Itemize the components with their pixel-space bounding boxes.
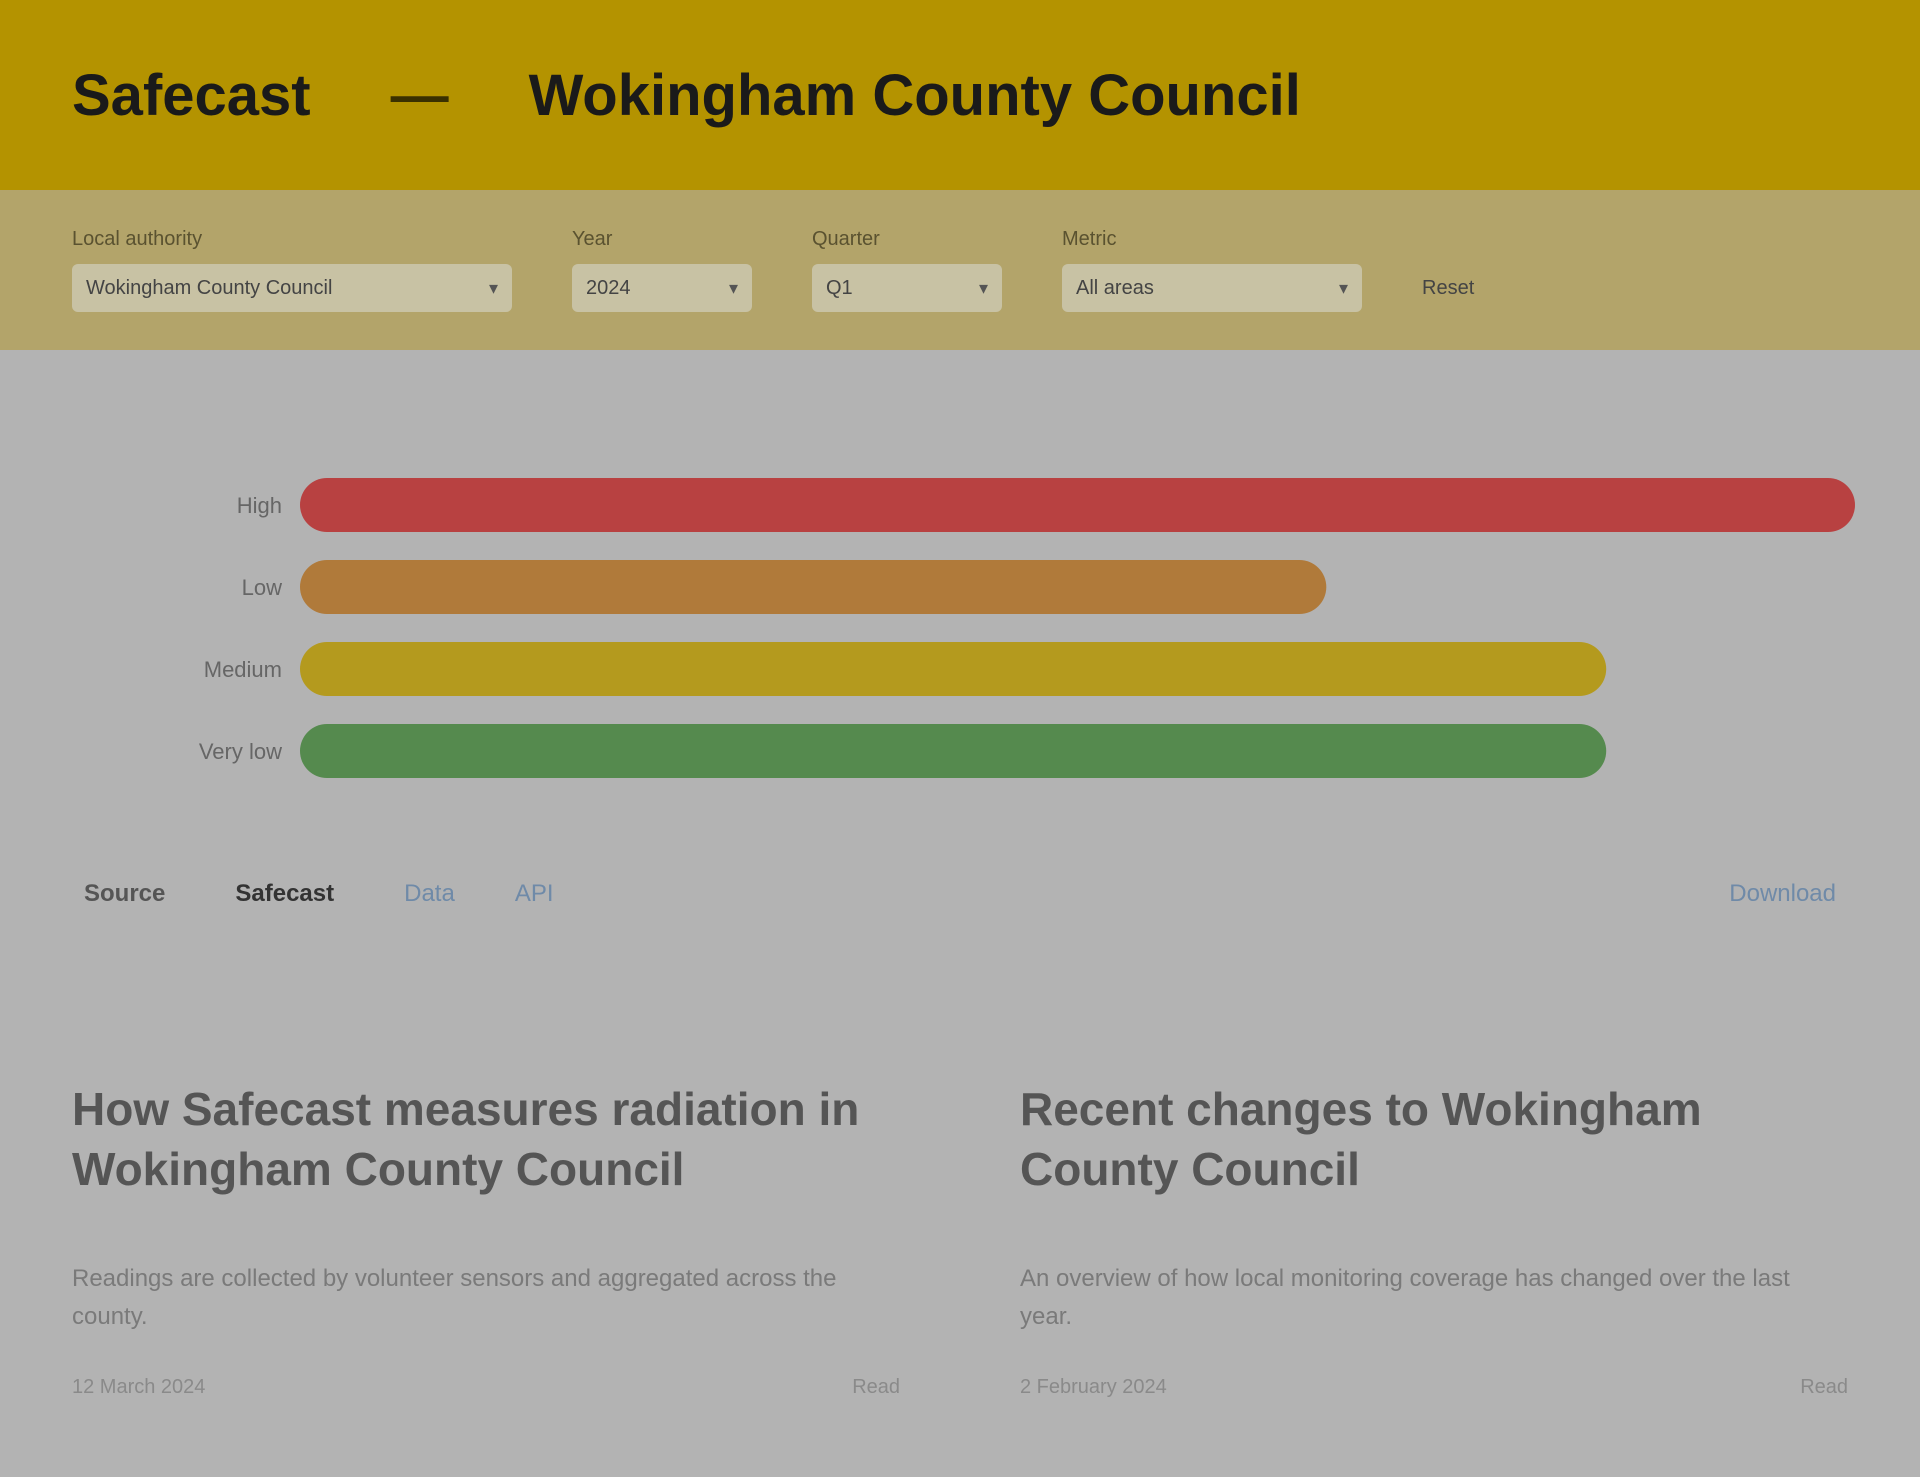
article-meta: 2 February 2024 Read [1020,1376,1848,1399]
filter-metric-label: Metric [1062,228,1117,250]
bar-very-low[interactable] [300,724,1607,778]
metric-select[interactable]: All areas ▾ [1062,264,1362,312]
brand-name[interactable]: Safecast [72,62,311,129]
page-title: Safecast — Wokingham County Council [72,62,1301,129]
filter-bar: Local authority Wokingham County Council… [0,190,1920,350]
year-select-value: 2024 [586,276,631,299]
metric-select-value: All areas [1076,276,1154,299]
article-summary: Readings are collected by volunteer sens… [72,1264,837,1330]
article-card[interactable]: How Safecast measures radiation in Wokin… [72,1080,900,1399]
api-link[interactable]: API [515,880,554,908]
filter-quarter-label: Quarter [812,228,880,250]
chevron-down-icon: ▾ [1338,277,1348,298]
article-meta: 12 March 2024 Read [72,1376,900,1399]
article-date: 12 March 2024 [72,1376,206,1399]
source-label: Source [84,880,166,907]
authority-select-value: Wokingham County Council [86,276,333,299]
article-card[interactable]: Recent changes to Wokingham County Counc… [1020,1080,1848,1399]
bar-label-high: High [237,493,282,518]
radiation-bar-chart: High Low Medium Very low [0,350,1920,850]
filter-year: Year 2024 ▾ [572,228,752,312]
chart-footer: Source Safecast Data API Download [84,880,1836,908]
quarter-select-value: Q1 [826,276,853,299]
article-read-link[interactable]: Read [1800,1376,1848,1399]
year-select[interactable]: 2024 ▾ [572,264,752,312]
title-separator: — [390,62,449,128]
chevron-down-icon: ▾ [978,277,988,298]
bar-medium[interactable] [300,642,1607,696]
bar-label-medium: Medium [204,657,282,682]
council-name: Wokingham County Council [528,62,1301,128]
filter-authority-label: Local authority [72,228,203,250]
article-date: 2 February 2024 [1020,1376,1167,1399]
articles-section: How Safecast measures radiation in Wokin… [72,1080,1848,1399]
bar-label-low: Low [242,575,282,600]
bar-high[interactable] [300,478,1855,532]
article-summary: An overview of how local monitoring cove… [1020,1264,1790,1330]
article-read-link[interactable]: Read [852,1376,900,1399]
article-title[interactable]: Recent changes to Wokingham County Counc… [1020,1080,1848,1200]
page-header: Safecast — Wokingham County Council [0,0,1920,190]
reset-filters-button[interactable]: Reset [1422,277,1474,312]
bar-low[interactable] [300,560,1327,614]
filter-authority: Local authority Wokingham County Council… [72,228,512,312]
quarter-select[interactable]: Q1 ▾ [812,264,1002,312]
data-link[interactable]: Data [404,880,455,908]
source-value: Safecast [235,880,335,907]
chart-svg: High Low Medium Very low [199,478,1855,778]
chevron-down-icon: ▾ [728,277,738,298]
filter-quarter: Quarter Q1 ▾ [812,228,1002,312]
filter-year-label: Year [572,228,613,250]
bar-label-very-low: Very low [199,739,282,764]
download-link[interactable]: Download [1729,880,1836,908]
article-title[interactable]: How Safecast measures radiation in Wokin… [72,1080,900,1200]
filter-metric: Metric All areas ▾ [1062,228,1362,312]
chevron-down-icon: ▾ [488,277,498,298]
authority-select[interactable]: Wokingham County Council ▾ [72,264,512,312]
